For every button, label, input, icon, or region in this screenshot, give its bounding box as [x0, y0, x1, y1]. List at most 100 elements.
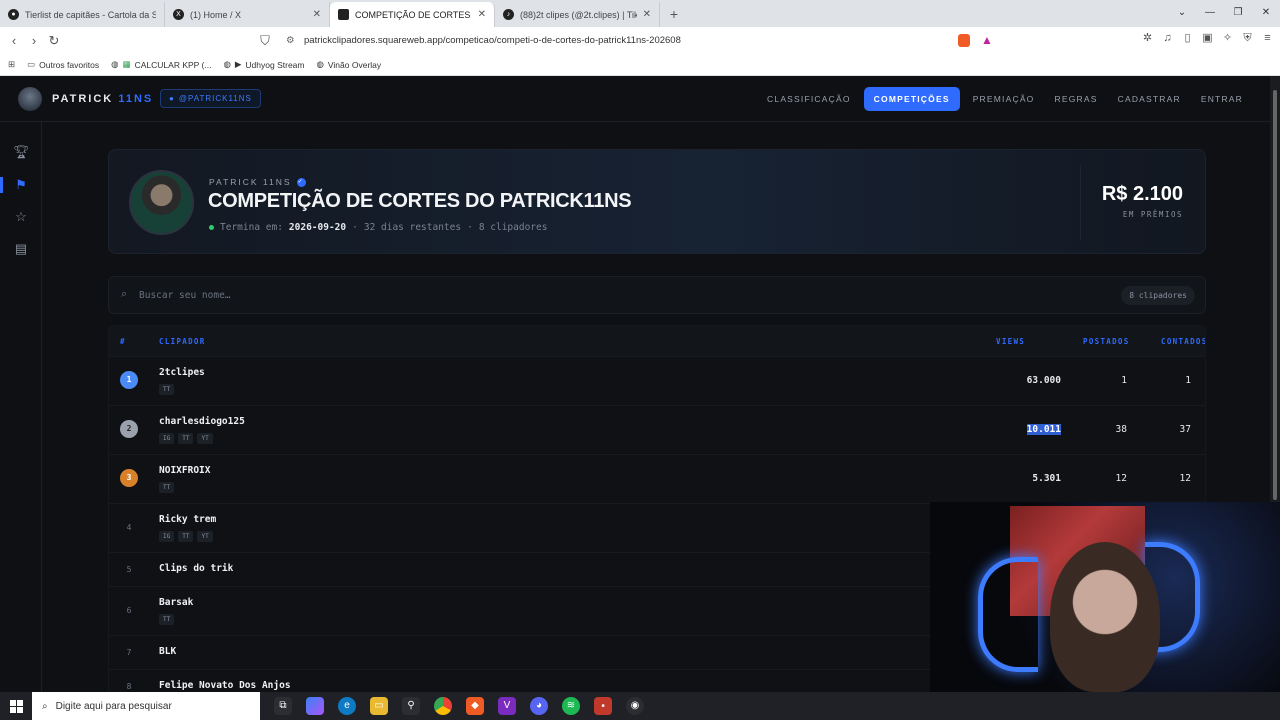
- taskbar-search[interactable]: ⌕ Digite aqui para pesquisar: [32, 692, 260, 720]
- views-value: 5.301: [1032, 473, 1061, 484]
- bookmark-item[interactable]: ◍ ▦ CALCULAR KPP (...: [111, 59, 211, 70]
- clipper-name: Ricky trem: [159, 514, 217, 525]
- brand-avatar: [18, 87, 42, 111]
- browser-tab[interactable]: ● Tierlist de capitães - Cartola da Supe…: [0, 2, 165, 27]
- verified-icon: ✓: [296, 177, 306, 187]
- nav-classificacao[interactable]: CLASSIFICAÇÃO: [760, 88, 858, 110]
- clipper-name: Clips do trik: [159, 563, 234, 574]
- brave-icon[interactable]: ◆: [466, 697, 484, 715]
- star-icon[interactable]: ☆: [13, 209, 29, 225]
- handle-badge[interactable]: ● @PATRICK11NS: [160, 89, 261, 108]
- browser-tab[interactable]: X (1) Home / X ✕: [165, 2, 330, 27]
- close-window-icon[interactable]: ✕: [1252, 0, 1280, 26]
- col-posted: POSTADOS: [1083, 337, 1130, 346]
- browser-tab-bar: ● Tierlist de capitães - Cartola da Supe…: [0, 0, 1280, 27]
- spotify-icon[interactable]: ≋: [562, 697, 580, 715]
- pin-icon[interactable]: ⚲: [402, 697, 420, 715]
- prize-amount: R$ 2.100: [1101, 183, 1183, 205]
- nav-regras[interactable]: REGRAS: [1048, 88, 1105, 110]
- back-icon[interactable]: ‹: [4, 33, 24, 48]
- browser-tab[interactable]: ♪ (88)2t clipes (@2t.clipes) | TikTok ✕: [495, 2, 660, 27]
- close-tab-icon[interactable]: ✕: [643, 9, 651, 20]
- search-icon: ⌕: [42, 700, 48, 712]
- bookmark-label: Outros favoritos: [39, 59, 100, 70]
- brand-name: PATRICK: [52, 93, 114, 105]
- close-tab-icon[interactable]: ✕: [478, 9, 486, 20]
- rank-number: 7: [126, 648, 132, 657]
- edge-icon[interactable]: e: [338, 697, 356, 715]
- chrome-icon[interactable]: [434, 697, 452, 715]
- nav-premiacao[interactable]: PREMIAÇÃO: [966, 88, 1042, 110]
- window-controls: ⌄ — ❐ ✕: [1168, 0, 1280, 26]
- rank-number: 6: [126, 606, 132, 615]
- restore-icon[interactable]: ❐: [1224, 0, 1252, 26]
- clipper-count: 8 clipadores: [478, 222, 548, 233]
- table-row[interactable]: 2 charlesdiogo125 IG TT YT 10.011 38 37: [109, 405, 1205, 454]
- document-icon[interactable]: ▤: [13, 241, 29, 257]
- extensions-area: ✲ ♫ ▯ ▣ ✧ ⛨ ≡: [1141, 32, 1274, 45]
- platform-tags: IG TT YT: [159, 531, 213, 542]
- divider: [1080, 165, 1081, 240]
- apps-grid-icon[interactable]: ⊞: [8, 59, 15, 70]
- media-icon[interactable]: ♫: [1161, 32, 1174, 45]
- views-value: 10.011: [1026, 424, 1061, 435]
- brand-accent: 11NS: [118, 93, 154, 105]
- brave-shield-icon[interactable]: [958, 34, 970, 47]
- close-tab-icon[interactable]: ✕: [313, 9, 321, 20]
- minimize-icon[interactable]: —: [1196, 0, 1224, 26]
- tab-title: COMPETIÇÃO DE CORTES DO PA: [355, 9, 472, 20]
- separator: ·: [352, 222, 358, 233]
- address-bar-row: ‹ › ↻ ⛉ ⚙ patrickclipadores.squareweb.ap…: [0, 27, 1280, 54]
- windows-start-icon[interactable]: [0, 692, 32, 720]
- reload-icon[interactable]: ↻: [44, 33, 64, 49]
- brave-rewards-icon[interactable]: ▲: [981, 33, 993, 47]
- vpn-icon[interactable]: ⛨: [1241, 32, 1254, 45]
- table-row[interactable]: 1 2tclipes TT 63.000 1 1: [109, 356, 1205, 405]
- prize-label: EM PRÊMIOS: [1122, 210, 1183, 219]
- url-field[interactable]: ⚙ patrickclipadores.squareweb.app/compet…: [280, 30, 950, 51]
- new-tab-button[interactable]: +: [660, 2, 688, 27]
- bookmark-icon[interactable]: ⛉: [255, 33, 275, 49]
- search-input[interactable]: [139, 286, 739, 304]
- discord-icon[interactable]: ◕: [530, 697, 548, 715]
- bookmark-folder[interactable]: ▭ Outros favoritos: [27, 59, 99, 70]
- table-row[interactable]: 3 NOIXFROIX TT 5.301 12 12: [109, 454, 1205, 503]
- copilot-icon[interactable]: [306, 697, 324, 715]
- leo-icon[interactable]: ✧: [1221, 32, 1234, 45]
- bookmark-item[interactable]: ◍ Vinão Overlay: [316, 59, 381, 70]
- nav-cadastrar[interactable]: CADASTRAR: [1111, 88, 1188, 110]
- trophy-icon[interactable]: 🏆︎: [13, 144, 30, 160]
- wallet-icon[interactable]: ▣: [1201, 32, 1214, 45]
- sidebar-icon[interactable]: ▯: [1181, 32, 1194, 45]
- rank-badge: 3: [120, 469, 138, 487]
- scrollbar-thumb[interactable]: [1273, 90, 1277, 500]
- menu-icon[interactable]: ≡: [1261, 32, 1274, 45]
- active-indicator: [0, 177, 3, 193]
- flag-icon[interactable]: ⚑: [13, 177, 29, 193]
- nav-competicoes[interactable]: COMPETIÇÕES: [863, 87, 960, 111]
- platform-tag: TT: [159, 614, 175, 625]
- brand-logo[interactable]: PATRICK 11NS: [18, 87, 153, 111]
- counted-value: 1: [1185, 375, 1191, 386]
- obs-icon[interactable]: ◉: [626, 697, 644, 715]
- file-explorer-icon[interactable]: ▭: [370, 697, 388, 715]
- vegas-icon[interactable]: V: [498, 697, 516, 715]
- extensions-icon[interactable]: ✲: [1141, 32, 1154, 45]
- forward-icon[interactable]: ›: [24, 33, 44, 48]
- site-info-icon[interactable]: ⚙: [286, 35, 295, 46]
- nav-entrar[interactable]: ENTRAR: [1194, 88, 1250, 110]
- competition-hero: PATRICK 11NS ✓ COMPETIÇÃO DE CORTES DO P…: [108, 149, 1206, 254]
- col-views: VIEWS: [996, 337, 1026, 346]
- rank-badge: 1: [120, 371, 138, 389]
- browser-tab-active[interactable]: COMPETIÇÃO DE CORTES DO PA ✕: [330, 2, 495, 27]
- prize-box: R$ 2.100 EM PRÊMIOS: [1102, 183, 1183, 219]
- tab-search-icon[interactable]: ⌄: [1168, 0, 1196, 26]
- bookmark-item[interactable]: ◍ ▶ Udhyog Stream: [223, 59, 304, 70]
- task-view-icon[interactable]: ⧉: [274, 697, 292, 715]
- platform-tag: YT: [197, 433, 213, 444]
- competition-title: COMPETIÇÃO DE CORTES DO PATRICK11NS: [208, 190, 632, 212]
- play-icon: ▶: [234, 59, 242, 69]
- tab-title: (1) Home / X: [190, 9, 242, 20]
- views-value: 63.000: [1026, 375, 1061, 386]
- voicemeeter-icon[interactable]: ■: [594, 697, 612, 715]
